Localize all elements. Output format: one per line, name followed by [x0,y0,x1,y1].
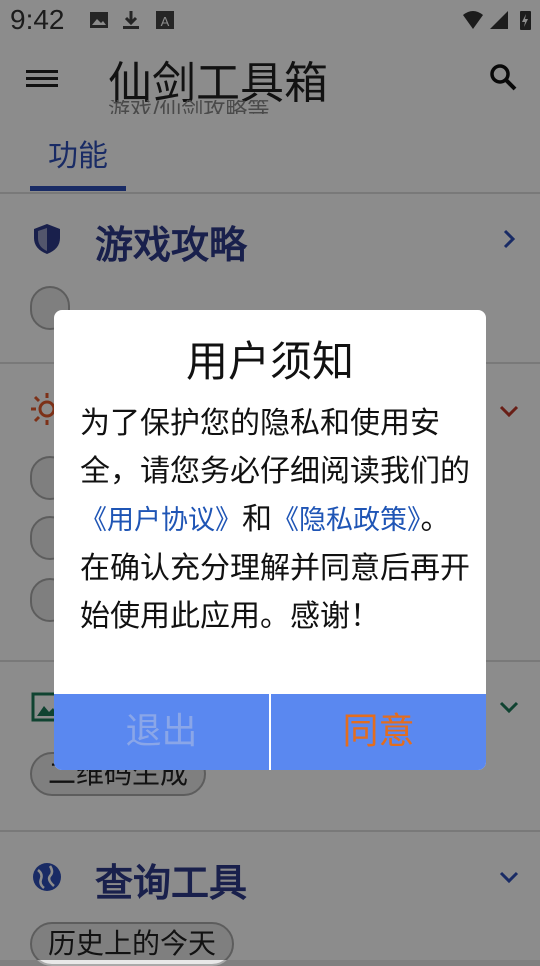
dialog-button-row: 退出 同意 [54,694,486,770]
privacy-policy-link[interactable]: 《隐私政策》 [272,505,421,536]
dialog-body: 为了保护您的隐私和使用安全，请您务必仔细阅读我们的《用户协议》和《隐私政策》。在… [80,400,470,641]
exit-button[interactable]: 退出 [54,694,269,770]
agree-button[interactable]: 同意 [271,694,486,770]
dialog-text-and: 和 [242,502,272,537]
dialog-text-part1: 为了保护您的隐私和使用安全，请您务必仔细阅读我们的 [80,406,470,489]
user-agreement-link[interactable]: 《用户协议》 [80,505,242,536]
dialog-title: 用户须知 [185,337,354,386]
user-notice-dialog: 用户须知 为了保护您的隐私和使用安全，请您务必仔细阅读我们的《用户协议》和《隐私… [54,310,486,770]
